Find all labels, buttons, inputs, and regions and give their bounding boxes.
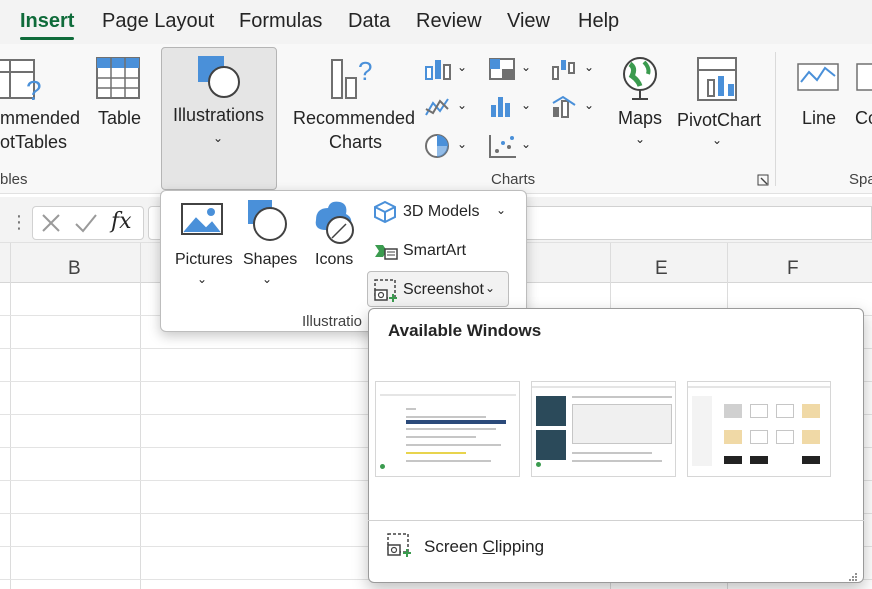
sparkline-line-icon[interactable] <box>797 60 841 99</box>
available-windows-title: Available Windows <box>388 321 542 340</box>
tab-formulas[interactable]: Formulas <box>239 10 322 33</box>
screen-clipping-label: Screen Clipping <box>424 537 545 556</box>
column-header-e[interactable]: E <box>655 258 668 280</box>
icons-label[interactable]: Icons <box>315 251 353 269</box>
pivotchart-label[interactable]: PivotChart <box>677 110 761 131</box>
maps-chevron-icon[interactable]: ⌄ <box>635 132 645 146</box>
ribbon-tab-bar: Insert Page Layout Formulas Data Review … <box>0 0 872 44</box>
pictures-icon[interactable] <box>180 200 226 245</box>
resize-grip-icon[interactable] <box>848 569 858 587</box>
tab-page-layout[interactable]: Page Layout <box>102 10 214 33</box>
waterfall-chart-chevron-icon[interactable]: ⌄ <box>584 60 594 74</box>
window-thumbnail-3[interactable] <box>687 381 831 477</box>
recommended-pivottables-label-1: mmended <box>0 108 81 128</box>
scatter-chart-icon[interactable] <box>488 133 518 164</box>
recommended-pivottables-icon[interactable]: ? <box>0 56 44 106</box>
shapes-label[interactable]: Shapes <box>243 251 297 269</box>
screen-clipping-item[interactable]: Screen Clipping <box>424 537 544 557</box>
pivotchart-chevron-icon[interactable]: ⌄ <box>712 133 722 147</box>
table-icon[interactable] <box>96 56 140 100</box>
cancel-icon[interactable] <box>40 212 62 239</box>
smartart-label[interactable]: SmartArt <box>403 242 466 260</box>
screenshot-chevron-icon: ⌄ <box>485 281 496 295</box>
pie-chart-icon[interactable] <box>424 133 454 164</box>
illustrations-chevron-icon: ⌄ <box>213 131 224 145</box>
3d-models-chevron-icon[interactable]: ⌄ <box>496 203 506 217</box>
screenshot-label: Screenshot <box>403 281 484 298</box>
charts-dialog-launcher-icon[interactable] <box>757 173 769 186</box>
window-thumbnail-1[interactable] <box>375 381 520 477</box>
shapes-chevron-icon[interactable]: ⌄ <box>262 272 272 286</box>
icons-icon[interactable] <box>310 198 358 251</box>
gallery-divider <box>368 520 864 521</box>
column-chart-chevron-icon[interactable]: ⌄ <box>457 60 467 74</box>
maps-label[interactable]: Maps <box>618 108 662 129</box>
pictures-label[interactable]: Pictures <box>175 251 233 269</box>
grid-line <box>140 243 141 589</box>
column-chart-icon[interactable] <box>424 57 454 86</box>
illustrations-icon <box>196 54 242 100</box>
pie-chart-chevron-icon[interactable]: ⌄ <box>457 137 467 151</box>
recommended-charts-label-2: Charts <box>329 132 383 152</box>
column-header-f[interactable]: F <box>787 258 799 280</box>
group-divider <box>775 52 776 186</box>
tab-view[interactable]: View <box>507 10 550 33</box>
combo-chart-chevron-icon[interactable]: ⌄ <box>584 98 594 112</box>
tables-group-label: bles <box>0 171 28 188</box>
screenshot-icon <box>373 278 399 307</box>
illustrations-label: Illustrations <box>173 105 265 125</box>
pictures-chevron-icon[interactable]: ⌄ <box>197 272 207 286</box>
column-header-b[interactable]: B <box>68 258 81 280</box>
tab-help[interactable]: Help <box>578 10 619 33</box>
table-label[interactable]: Table <box>98 108 141 129</box>
tab-review[interactable]: Review <box>416 10 482 33</box>
enter-check-icon[interactable] <box>74 212 98 239</box>
hierarchy-chart-chevron-icon[interactable]: ⌄ <box>521 60 531 74</box>
recommended-charts-label-1: Recommended <box>293 108 416 128</box>
tab-insert[interactable]: Insert <box>20 10 75 40</box>
statistic-chart-chevron-icon[interactable]: ⌄ <box>521 98 531 112</box>
sparkline-column-label[interactable]: Co <box>855 108 872 129</box>
statistic-chart-icon[interactable] <box>488 95 518 124</box>
sparklines-group-label: Spa <box>849 171 872 188</box>
shapes-icon[interactable] <box>246 198 292 249</box>
hierarchy-chart-icon[interactable] <box>488 57 518 86</box>
sparkline-column-icon[interactable] <box>856 60 872 99</box>
svg-text:?: ? <box>26 75 42 106</box>
sparkline-line-label[interactable]: Line <box>802 108 836 129</box>
3d-models-icon[interactable] <box>373 200 397 229</box>
screen-clipping-icon[interactable] <box>386 532 414 563</box>
recommended-charts-icon[interactable]: ? <box>330 56 376 102</box>
waterfall-chart-icon[interactable] <box>551 57 581 86</box>
recommended-pivottables-label-2: otTables <box>0 132 68 152</box>
smartart-icon[interactable] <box>373 241 399 266</box>
scatter-chart-chevron-icon[interactable]: ⌄ <box>521 137 531 151</box>
tab-data[interactable]: Data <box>348 10 390 33</box>
combo-chart-icon[interactable] <box>551 95 581 124</box>
formula-bar-more-icon[interactable]: ⋮ <box>10 212 28 233</box>
svg-text:?: ? <box>358 56 372 86</box>
3d-models-label[interactable]: 3D Models <box>403 203 479 221</box>
illustrations-group-label: Illustratio <box>302 313 363 330</box>
line-chart-icon[interactable] <box>424 95 454 124</box>
insert-function-button[interactable]: fx <box>111 209 132 234</box>
line-chart-chevron-icon[interactable]: ⌄ <box>457 98 467 112</box>
maps-globe-icon[interactable] <box>620 54 660 107</box>
charts-group-label: Charts <box>491 171 536 188</box>
pivotchart-icon[interactable] <box>696 56 742 107</box>
window-thumbnail-2[interactable] <box>531 381 676 477</box>
grid-line <box>10 243 11 589</box>
